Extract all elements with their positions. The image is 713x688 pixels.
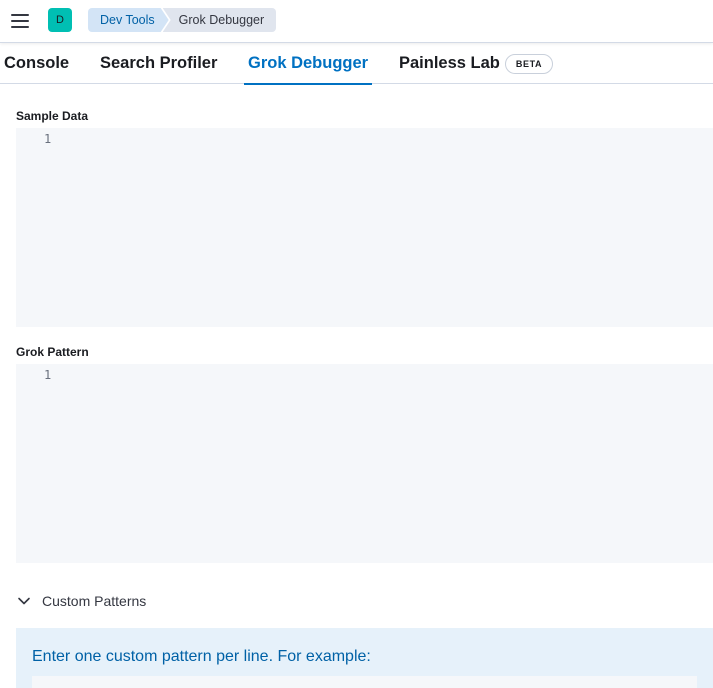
tab-grok-debugger-label: Grok Debugger xyxy=(248,54,369,72)
line-number: 1 xyxy=(44,132,52,146)
breadcrumb-grok-debugger: Grok Debugger xyxy=(162,8,277,32)
grok-pattern-editor[interactable]: 1 xyxy=(16,364,713,563)
tab-console-label: Console xyxy=(4,54,70,72)
tab-search-profiler[interactable]: Search Profiler xyxy=(100,43,217,84)
custom-patterns-callout: Enter one custom pattern per line. For e… xyxy=(16,628,713,688)
custom-patterns-label: Custom Patterns xyxy=(42,593,147,609)
custom-patterns-toggle[interactable]: Custom Patterns xyxy=(16,589,146,613)
tab-painless-lab[interactable]: Painless Lab BETA xyxy=(399,43,554,84)
grok-pattern-label: Grok Pattern xyxy=(16,345,89,359)
sample-data-label: Sample Data xyxy=(16,109,89,123)
beta-badge: BETA xyxy=(504,53,554,74)
top-header: D Dev Tools Grok Debugger xyxy=(0,0,713,43)
tab-console[interactable]: Console xyxy=(4,43,69,84)
tab-painless-lab-label: Painless Lab xyxy=(399,54,500,72)
sample-data-editor[interactable]: 1 xyxy=(16,128,713,327)
breadcrumb-dev-tools[interactable]: Dev Tools xyxy=(88,8,169,32)
chevron-down-icon xyxy=(16,593,32,609)
dev-tools-tabs: Console Search Profiler Grok Debugger Pa… xyxy=(0,43,713,85)
menu-icon[interactable] xyxy=(10,12,30,30)
space-avatar[interactable]: D xyxy=(48,8,72,32)
line-number: 1 xyxy=(44,368,52,382)
custom-patterns-help-text: Enter one custom pattern per line. For e… xyxy=(32,648,371,665)
custom-patterns-example-block xyxy=(32,676,697,688)
tab-search-profiler-label: Search Profiler xyxy=(100,54,218,72)
breadcrumb: Dev Tools Grok Debugger xyxy=(88,8,277,32)
tab-grok-debugger[interactable]: Grok Debugger xyxy=(244,43,373,85)
